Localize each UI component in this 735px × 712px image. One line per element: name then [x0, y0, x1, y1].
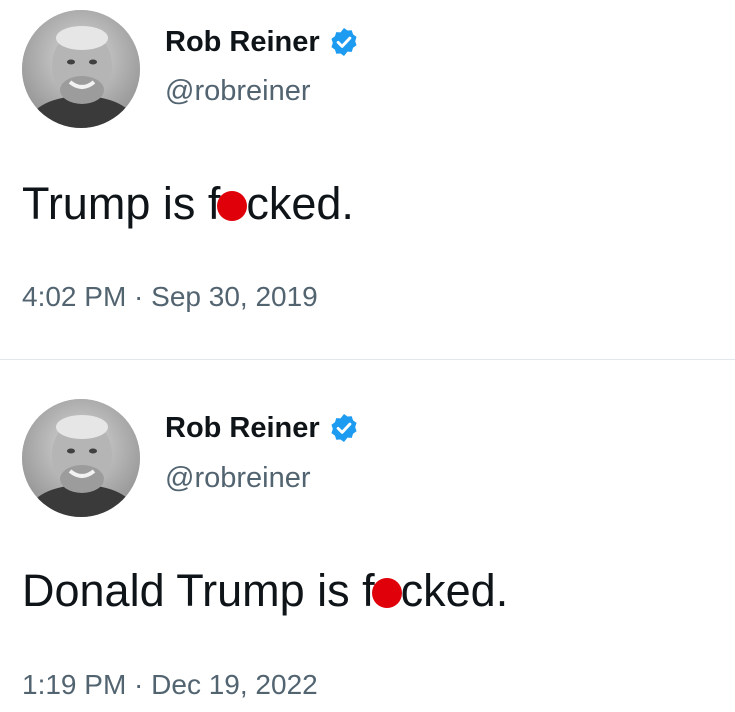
author-row: Rob Reiner	[165, 24, 360, 60]
timestamp[interactable]: 1:19 PM · Dec 19, 2022	[22, 668, 318, 702]
tweet-card[interactable]: Rob Reiner @robreiner Donald Trump is f c…	[0, 360, 735, 712]
tweet-text: Trump is f cked.	[22, 177, 354, 231]
display-name[interactable]: Rob Reiner	[165, 24, 320, 60]
tweet-text-start: Donald Trump is f	[22, 565, 375, 616]
tweet-text-start: Trump is f	[22, 178, 221, 229]
tweet-text: Donald Trump is f cked.	[22, 564, 508, 618]
handle[interactable]: @robreiner	[165, 461, 311, 495]
redaction-dot	[371, 578, 402, 608]
avatar[interactable]	[22, 10, 140, 128]
verified-badge-icon	[328, 26, 360, 58]
tweet-text-end: cked.	[246, 178, 354, 229]
display-name[interactable]: Rob Reiner	[165, 410, 320, 446]
author-row: Rob Reiner	[165, 410, 360, 446]
avatar[interactable]	[22, 399, 140, 517]
handle[interactable]: @robreiner	[165, 74, 311, 108]
redaction-dot	[217, 191, 248, 221]
tweet-comparison: Rob Reiner @robreiner Trump is f cked. 4:…	[0, 0, 735, 712]
tweet-card[interactable]: Rob Reiner @robreiner Trump is f cked. 4:…	[0, 0, 735, 360]
timestamp[interactable]: 4:02 PM · Sep 30, 2019	[22, 280, 318, 314]
verified-badge-icon	[328, 412, 360, 444]
tweet-text-end: cked.	[400, 565, 509, 616]
